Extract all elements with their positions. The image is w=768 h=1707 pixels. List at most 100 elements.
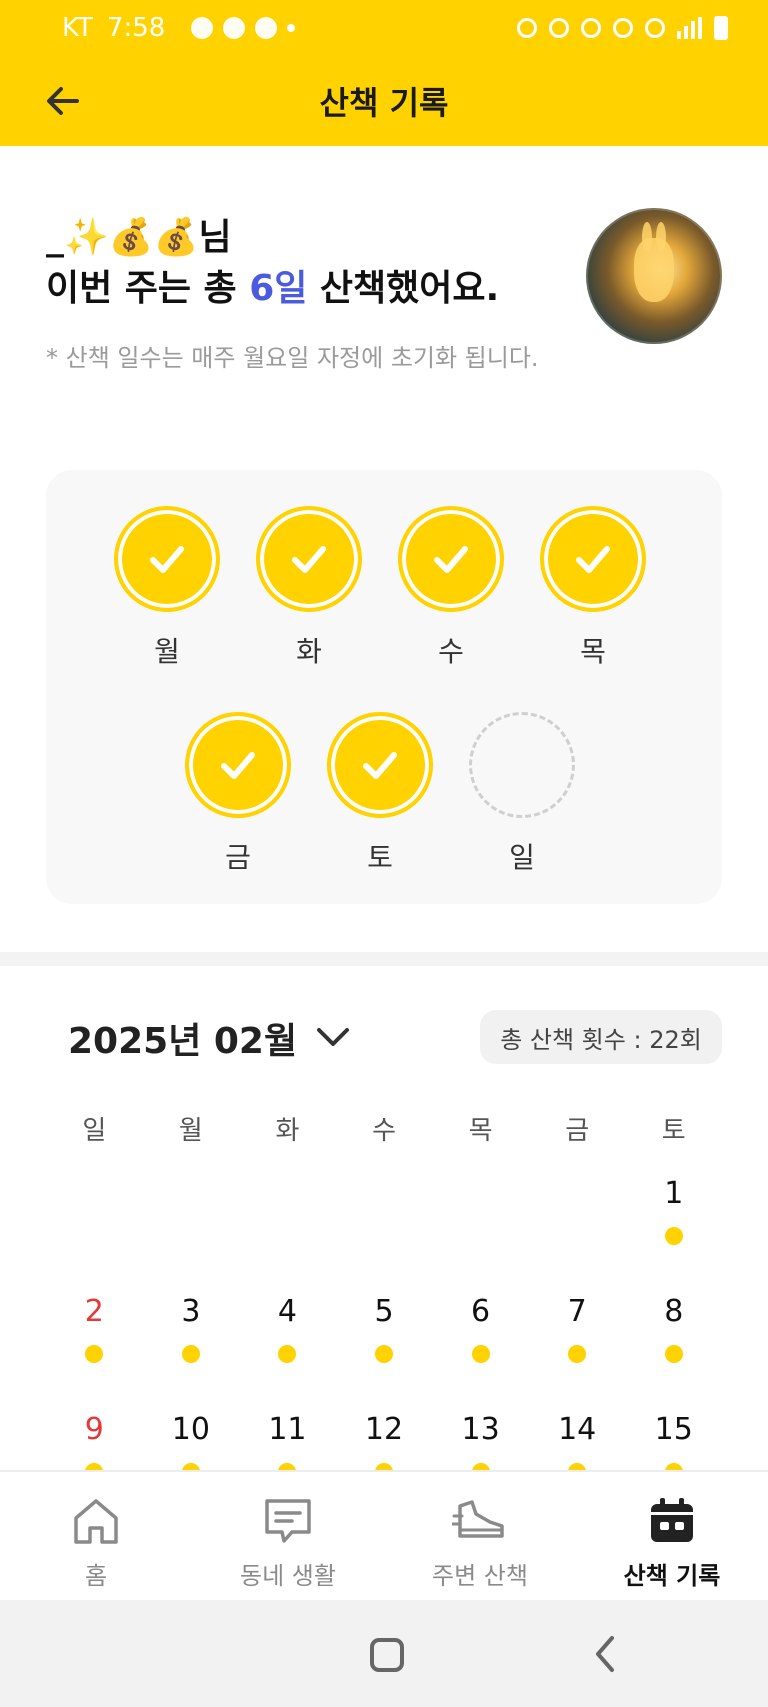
headline-suffix: 산책했어요. (307, 268, 500, 309)
walk-dot (375, 1345, 394, 1363)
talk-icon (223, 17, 246, 39)
walk-dot (85, 1345, 104, 1363)
week-day-tue: 화 (254, 506, 364, 670)
walk-dot (278, 1345, 297, 1363)
week-day-label: 토 (367, 841, 393, 874)
sync-icon (517, 18, 537, 38)
nav-item-walk-record[interactable]: 산책 기록 (576, 1472, 768, 1600)
nav-label: 주변 산책 (432, 1562, 528, 1590)
alarm-icon (549, 18, 569, 38)
weekly-headline: 이번 주는 총 6일 산책했어요. (46, 262, 606, 316)
calendar-day[interactable]: 8 (625, 1294, 722, 1384)
calendar-day[interactable]: 4 (239, 1294, 336, 1384)
nav-item-nearby-walk[interactable]: 주변 산책 (384, 1472, 576, 1600)
section-divider (0, 952, 768, 966)
wifi-icon (645, 18, 665, 38)
total-walks-badge: 총 산책 횟수 : 22회 (480, 1010, 722, 1064)
week-day-label: 일 (509, 841, 535, 874)
nav-item-community[interactable]: 동네 생활 (192, 1472, 384, 1600)
notification-icon (191, 17, 214, 39)
week-day-label: 월 (154, 635, 180, 668)
nav-label: 산책 기록 (623, 1562, 721, 1590)
calendar-day-number: 2 (84, 1294, 104, 1329)
chat-icon (265, 1499, 311, 1543)
calendar-weekdays: 일 월 화 수 목 금 토 (46, 1110, 722, 1147)
check-circle-icon (185, 712, 291, 818)
calendar-day-number: 10 (171, 1412, 210, 1447)
weekday-label: 월 (178, 1116, 203, 1146)
shield-icon (255, 17, 278, 39)
avatar[interactable] (586, 208, 722, 344)
calendar-empty-cell (336, 1176, 433, 1266)
walk-dot (471, 1345, 490, 1363)
time-label: 7:58 (106, 13, 166, 43)
weekday-label: 토 (661, 1116, 686, 1146)
calendar-empty-cell (239, 1176, 336, 1266)
status-bar: KT 7:58 (0, 0, 768, 56)
calendar-day[interactable]: 7 (529, 1294, 626, 1384)
calendar-day-number: 1 (664, 1176, 684, 1211)
reset-note: * 산책 일수는 매주 월요일 자정에 초기화 됩니다. (46, 344, 539, 372)
weekday-label: 일 (82, 1116, 107, 1146)
week-day-sat: 토 (325, 712, 435, 876)
week-day-label: 화 (296, 635, 322, 668)
calendar-week-row: 2 3 4 5 6 7 8 (46, 1294, 722, 1384)
location-icon (613, 18, 633, 38)
calendar-day[interactable]: 1 (625, 1176, 722, 1266)
check-circle-icon (256, 506, 362, 612)
bottom-navigation: 홈 동네 생활 주변 산책 산책 기록 (0, 1470, 768, 1600)
nav-item-home[interactable]: 홈 (0, 1472, 192, 1600)
days-count: 6일 (249, 268, 308, 309)
calendar-day-number: 11 (268, 1412, 307, 1447)
calendar-day-number: 5 (374, 1294, 394, 1329)
month-selector[interactable]: 2025년 02월 (68, 1012, 351, 1064)
nav-label: 홈 (84, 1562, 108, 1590)
carrier-label: KT (62, 13, 93, 43)
calendar-day-number: 8 (664, 1294, 684, 1329)
week-day-mon: 월 (112, 506, 222, 670)
week-day-fri: 금 (183, 712, 293, 876)
home-icon (74, 1499, 118, 1544)
app-header: 산책 기록 (0, 56, 768, 146)
nav-label: 동네 생활 (240, 1562, 336, 1590)
weekday-label: 화 (275, 1116, 300, 1146)
week-day-thu: 목 (538, 506, 648, 670)
calendar-day[interactable]: 2 (46, 1294, 143, 1384)
walk-dot (181, 1345, 200, 1363)
weekly-summary: _✨💰💰님 이번 주는 총 6일 산책했어요. * 산책 일수는 매주 월요일 … (46, 214, 606, 373)
calendar-day-number: 4 (277, 1294, 297, 1329)
walk-dot (664, 1227, 683, 1245)
system-back-button[interactable] (590, 1634, 620, 1674)
calendar-week-row: 1 (46, 1176, 722, 1266)
empty-circle-icon (469, 712, 575, 818)
username: _✨💰💰님 (46, 217, 232, 258)
back-button[interactable] (40, 78, 86, 124)
week-day-wed: 수 (396, 506, 506, 670)
check-circle-icon (327, 712, 433, 818)
calendar-empty-cell (529, 1176, 626, 1266)
chevron-down-icon (317, 1028, 350, 1046)
calendar-day[interactable]: 3 (143, 1294, 240, 1384)
check-circle-icon (398, 506, 504, 612)
calendar-day-number: 12 (364, 1412, 404, 1447)
calendar-day-number: 14 (558, 1412, 597, 1447)
week-day-label: 수 (438, 635, 464, 668)
week-day-sun: 일 (467, 712, 577, 876)
calendar-day[interactable]: 6 (432, 1294, 529, 1384)
arrow-left-icon (47, 87, 79, 115)
check-circle-icon (540, 506, 646, 612)
calendar-day-number: 15 (654, 1412, 693, 1447)
calendar-empty-cell (432, 1176, 529, 1266)
page-title: 산책 기록 (319, 84, 449, 122)
system-navigation-bar (0, 1600, 768, 1707)
system-home-button[interactable] (370, 1638, 404, 1672)
week-day-label: 금 (225, 841, 251, 874)
more-notifications-icon (287, 24, 296, 32)
month-label: 2025년 02월 (68, 1021, 298, 1062)
calendar-day[interactable]: 5 (336, 1294, 433, 1384)
mute-icon (581, 18, 601, 38)
calendar-empty-cell (143, 1176, 240, 1266)
calendar-icon (651, 1498, 693, 1542)
calendar-day-number: 9 (84, 1412, 104, 1447)
weekday-label: 수 (372, 1116, 396, 1146)
